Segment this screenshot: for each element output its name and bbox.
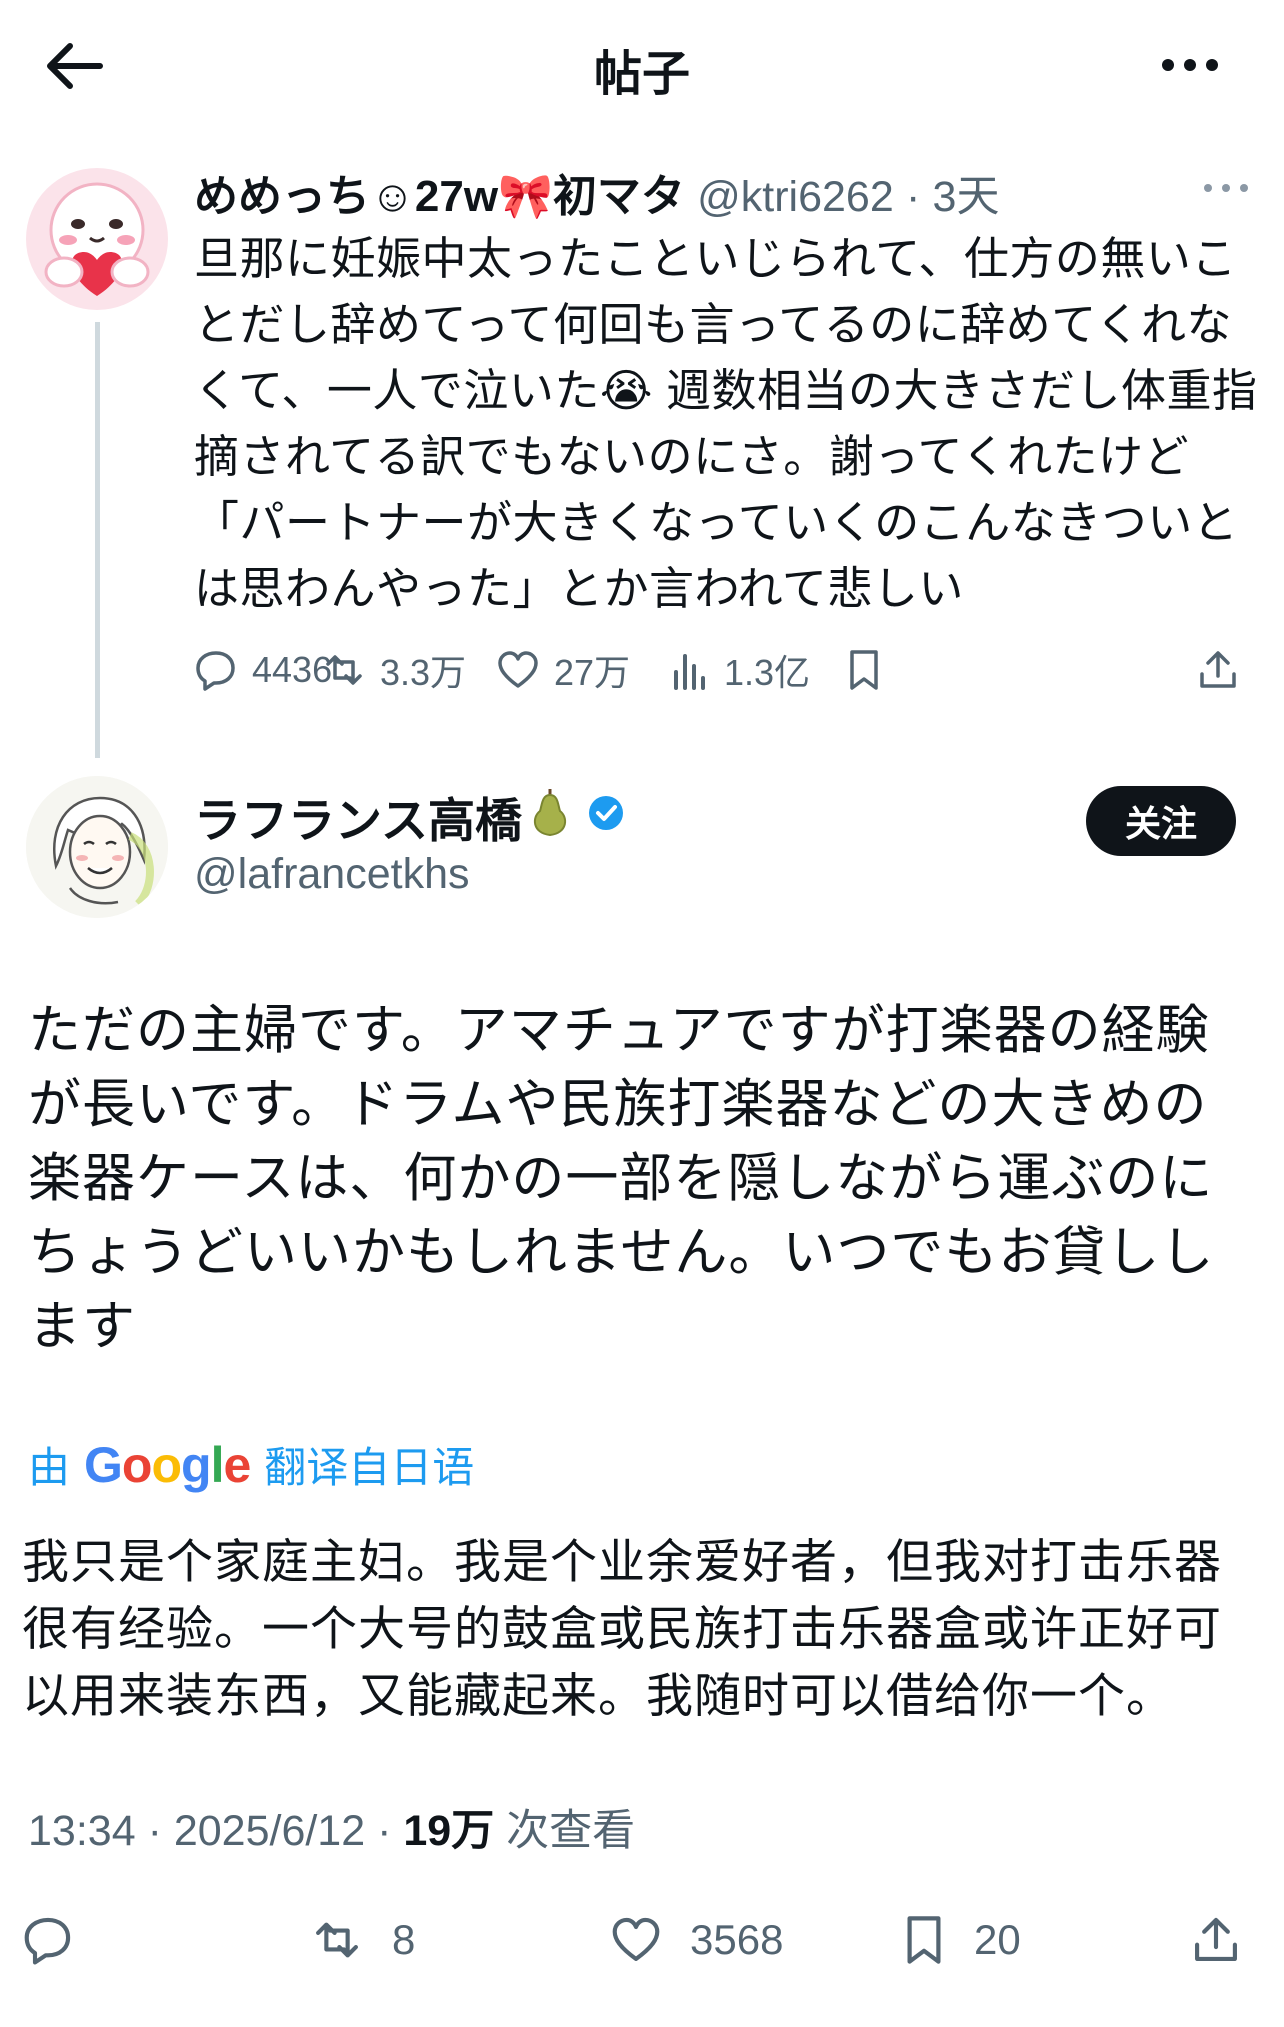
- author-display-name[interactable]: ラフランス高橋: [194, 782, 522, 851]
- parent-avatar[interactable]: [26, 168, 168, 310]
- parent-header: めめっち☺27w🎀初マタ @ktri6262 · 3天: [194, 160, 1000, 221]
- translated-text: 我只是个家庭主妇。我是个业余爱好者，但我对打击乐器很有经验。一个大号的鼓盒或民族…: [22, 1535, 1222, 1722]
- author-avatar[interactable]: [26, 776, 168, 918]
- main-tweet-text: ただの主婦です。アマチュアですが打楽器の経験が長いです。ドラムや民族打楽器などの…: [28, 1001, 1215, 1356]
- post-time[interactable]: 13:34: [28, 1807, 136, 1855]
- parent-share-button[interactable]: [1196, 640, 1254, 700]
- bookmark-icon: [850, 650, 878, 690]
- translate-prefix: 由: [28, 1444, 71, 1491]
- parent-display-name[interactable]: めめっち☺27w🎀初マタ: [194, 172, 685, 221]
- like-button[interactable]: 3568: [608, 1900, 783, 1980]
- main-action-bar: 8 3568 20: [0, 1900, 1284, 1980]
- parent-more-icon[interactable]: [1198, 176, 1254, 200]
- bookmark-icon: [907, 1916, 941, 1964]
- parent-like-button[interactable]: 27万: [496, 640, 630, 700]
- parent-repost-button[interactable]: 3.3万: [322, 640, 466, 700]
- author-name-row: ラフランス高橋: [194, 782, 626, 851]
- parent-tweet-text: 旦那に妊娠中太ったこといじられて、仕方の無いことだし辞めてって何回も言ってるのに…: [194, 233, 1258, 614]
- heart-icon: [612, 1917, 660, 1961]
- bookmark-button[interactable]: 20: [900, 1900, 1021, 1980]
- share-icon: [1200, 651, 1236, 688]
- parent-time[interactable]: 3天: [933, 173, 1000, 221]
- verified-badge-icon: [586, 789, 626, 844]
- top-bar: 帖子: [0, 0, 1284, 130]
- repost-icon: [326, 655, 362, 685]
- parent-bookmark-button[interactable]: [844, 640, 898, 700]
- parent-action-bar: 4436 3.3万 27万 1.3亿: [194, 640, 1254, 700]
- follow-button[interactable]: 关注: [1086, 786, 1236, 856]
- parent-handle[interactable]: @ktri6262: [697, 173, 894, 221]
- views-chart-icon: [674, 654, 705, 690]
- google-logo: Google: [84, 1436, 251, 1493]
- separator-dot: ·: [147, 1807, 174, 1855]
- reply-icon: [24, 1917, 71, 1965]
- translation-attribution[interactable]: 由 Google 翻译自日语: [28, 1434, 474, 1495]
- translate-suffix: 翻译自日语: [264, 1444, 475, 1491]
- separator-dot: ·: [377, 1807, 404, 1855]
- reply-button[interactable]: [22, 1900, 100, 1980]
- bookmark-count: 20: [974, 1916, 1021, 1963]
- share-icon: [1195, 1917, 1237, 1961]
- parent-reply-button[interactable]: 4436: [194, 640, 332, 700]
- view-count[interactable]: 19万: [403, 1807, 494, 1855]
- more-options-icon[interactable]: [1150, 40, 1230, 90]
- author-handle[interactable]: @lafrancetkhs: [194, 850, 470, 899]
- parent-repost-count: 3.3万: [380, 652, 467, 693]
- parent-view-count: 1.3亿: [724, 652, 811, 693]
- parent-reply-count: 4436: [252, 649, 333, 690]
- repost-button[interactable]: 8: [308, 1900, 415, 1980]
- views-label: 次查看: [506, 1807, 636, 1855]
- repost-icon: [316, 1922, 358, 1958]
- repost-count: 8: [392, 1916, 416, 1963]
- reply-icon: [196, 651, 235, 691]
- heart-icon: [498, 651, 538, 688]
- separator-dot: ·: [905, 173, 921, 221]
- share-button[interactable]: [1190, 1900, 1268, 1980]
- parent-views-button[interactable]: 1.3亿: [670, 640, 810, 700]
- timestamp-line: 13:34 · 2025/6/12 · 19万 次查看: [28, 1796, 635, 1858]
- pear-emoji-icon: [528, 783, 572, 850]
- parent-like-count: 27万: [554, 652, 631, 693]
- page-title: 帖子: [593, 48, 690, 101]
- post-date[interactable]: 2025/6/12: [174, 1807, 365, 1855]
- thread-connector-line: [95, 322, 100, 758]
- like-count: 3568: [690, 1916, 784, 1963]
